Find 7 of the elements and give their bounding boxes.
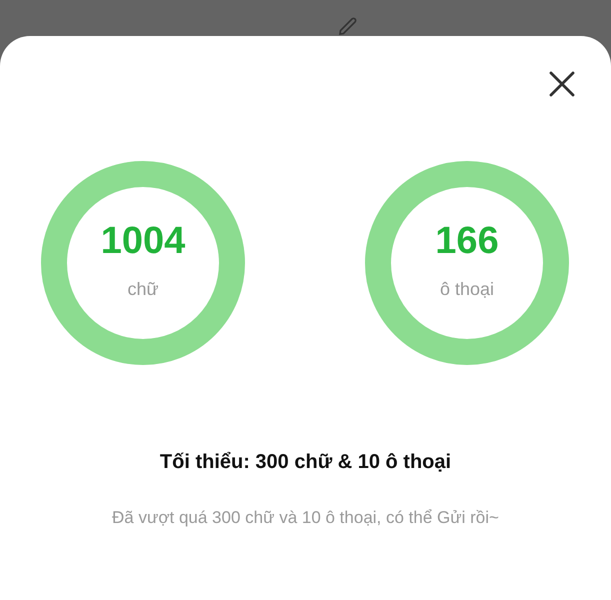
count-label: ô thoại <box>440 279 494 300</box>
count-label: chữ <box>127 279 159 300</box>
close-button[interactable] <box>547 69 577 99</box>
count-value: 166 <box>435 220 499 263</box>
status-message: Đã vượt quá 300 chữ và 10 ô thoại, có thể Gửi rồi~ <box>111 508 500 528</box>
requirement-text: Tối thiểu: 300 chữ & 10 ô thoại <box>158 451 452 474</box>
count-value: 1004 <box>100 220 186 263</box>
